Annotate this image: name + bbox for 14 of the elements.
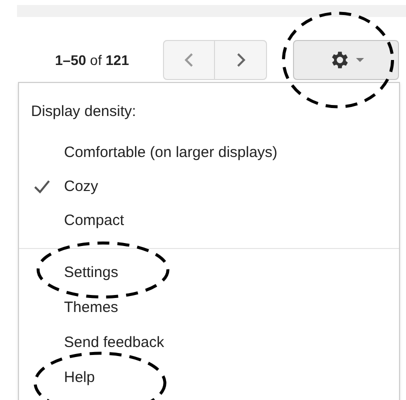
density-option[interactable]: Compact	[19, 204, 399, 238]
menu-item[interactable]: Settings	[64, 262, 399, 297]
menu-item[interactable]: Themes	[64, 297, 399, 332]
density-option[interactable]: Comfortable (on larger displays)	[19, 136, 399, 170]
dropdown-caret-icon	[356, 58, 364, 62]
menu-heading: Display density:	[31, 102, 138, 122]
checkmark-icon	[34, 180, 50, 194]
density-option[interactable]: Cozy	[19, 170, 399, 204]
chevron-left-icon	[184, 52, 194, 68]
page-range: 1–50 of 121	[55, 50, 130, 70]
menu-item[interactable]: Help	[64, 367, 399, 400]
menu-item[interactable]: Send feedback	[64, 332, 399, 367]
settings-button[interactable]	[293, 40, 399, 80]
chevron-right-icon	[236, 52, 246, 68]
